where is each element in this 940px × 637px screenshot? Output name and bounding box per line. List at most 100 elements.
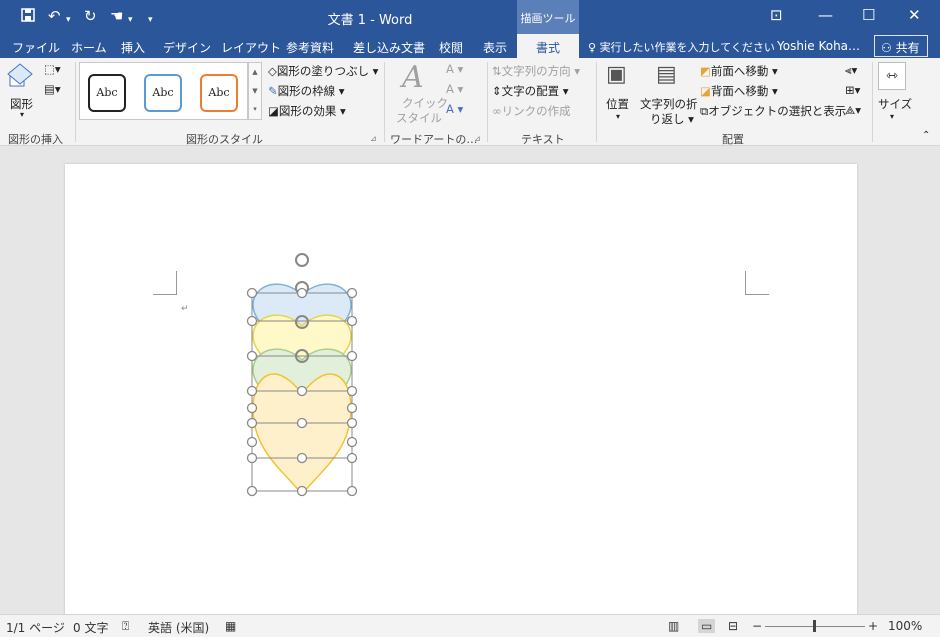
document-canvas: ↵ [0, 146, 940, 624]
tab-review[interactable]: 校閲 [439, 39, 463, 56]
style-blue[interactable]: Abc [144, 74, 182, 112]
tab-file[interactable]: ファイル [12, 39, 60, 56]
selection-pane-icon: ⧉ [700, 104, 709, 118]
tab-view[interactable]: 表示 [483, 39, 507, 56]
shapes-icon [7, 63, 33, 87]
pencil-icon: ✎ [268, 84, 278, 98]
language-indicator[interactable]: 英語 (米国) [148, 619, 209, 636]
align-text-icon: ⇕ [492, 84, 502, 98]
style-orange[interactable]: Abc [200, 74, 238, 112]
shapes-dropdown-icon: ▾ [20, 110, 25, 119]
text-direction-icon: ⇅ [492, 64, 502, 78]
style-black[interactable]: Abc [88, 74, 126, 112]
shape-style-gallery: Abc Abc Abc [79, 62, 248, 120]
title-bar: ↶ ▾ ↻ ☚ ▾ ▾ 文書 1 - Word 描画ツール ⊡ — ☐ ✕ [0, 0, 940, 34]
group-label-text: テキスト [521, 133, 565, 146]
shape-fill-button[interactable]: ◇図形の塗りつぶし ▾ [268, 63, 378, 79]
gallery-up-icon[interactable]: ▲ [249, 63, 261, 82]
tab-insert[interactable]: 挿入 [121, 39, 145, 56]
rotate-icon[interactable]: ⟁▾ [845, 103, 861, 118]
heart-shapes-group[interactable] [241, 248, 361, 508]
tab-home[interactable]: ホーム [71, 39, 107, 56]
create-link-label: リンクの作成 [501, 104, 571, 118]
selection-pane-button[interactable]: ⧉オブジェクトの選択と表示 [700, 103, 846, 119]
text-outline-icon: A ▾ [446, 82, 464, 96]
zoom-thumb[interactable] [813, 620, 816, 632]
tab-format[interactable]: 書式 [517, 34, 579, 58]
group-label-wordart: ワードアートの… [390, 133, 478, 146]
group-label-shape-styles: 図形のスタイル [186, 133, 263, 146]
zoom-in-icon[interactable]: + [868, 619, 878, 633]
text-direction-button: ⇅文字列の方向 ▾ [492, 64, 581, 78]
user-name[interactable]: Yoshie Koha… [777, 39, 860, 53]
share-button[interactable]: ⚇ 共有 [874, 35, 928, 57]
send-backward-label: 背面へ移動 [710, 84, 769, 98]
group-label-insert-shapes: 図形の挿入 [8, 133, 63, 146]
shapes-button[interactable] [6, 62, 38, 93]
send-backward-button[interactable]: ◪背面へ移動 ▾ [700, 83, 778, 99]
separator [384, 62, 385, 142]
edit-shape-icon[interactable]: ⬚▾ [44, 62, 61, 76]
paragraph-mark: ↵ [181, 304, 189, 314]
separator [487, 62, 488, 142]
person-icon: ⚇ [881, 41, 892, 55]
size-icon: ⇿ [878, 62, 906, 90]
gallery-scroll[interactable]: ▲ ▼ ▾ [248, 62, 262, 120]
proofing-icon[interactable]: ⍰ [122, 619, 129, 634]
wrap-text-label-2: り返し ▾ [650, 112, 694, 126]
margin-mark-right [745, 271, 769, 295]
shape-effects-icon: ◪ [268, 104, 279, 118]
lightbulb-icon: ♀ [588, 41, 597, 54]
gallery-more-icon[interactable]: ▾ [249, 101, 261, 117]
wordart-launcher-icon[interactable]: ⊿ [474, 134, 481, 143]
window-title: 文書 1 - Word [327, 13, 413, 28]
size-dropdown-icon: ▾ [890, 112, 895, 121]
dialog-launcher-icon[interactable]: ⊿ [370, 134, 377, 143]
gallery-down-icon[interactable]: ▼ [249, 82, 261, 101]
zoom-level[interactable]: 100% [888, 619, 922, 633]
quick-style-label-2: スタイル [396, 111, 442, 125]
tab-mailings[interactable]: 差し込み文書 [353, 39, 425, 56]
group-icon[interactable]: ⊞▾ [845, 83, 860, 97]
tab-layout[interactable]: レイアウト [221, 39, 281, 56]
link-icon: ∞ [492, 104, 502, 118]
share-label: 共有 [895, 41, 920, 55]
group-label-arrange: 配置 [722, 133, 744, 146]
textbox-icon[interactable]: ▤▾ [44, 82, 61, 96]
minimize-icon[interactable]: — [818, 6, 833, 24]
send-backward-icon: ◪ [700, 84, 711, 98]
shape-outline-button[interactable]: ✎図形の枠線 ▾ [268, 83, 345, 99]
collapse-ribbon-icon[interactable]: ⌃ [922, 130, 930, 141]
tab-design[interactable]: デザイン [163, 39, 211, 56]
ribbon-display-icon[interactable]: ⊡ [770, 6, 783, 24]
shape-effects-button[interactable]: ◪図形の効果 ▾ [268, 103, 346, 119]
macro-icon[interactable]: ▦ [225, 619, 236, 633]
ribbon: 図形 ▾ ⬚▾ ▤▾ 図形の挿入 Abc Abc Abc ▲ ▼ ▾ ◇図形の塗… [0, 58, 940, 146]
separator [75, 62, 76, 142]
maximize-icon[interactable]: ☐ [862, 6, 875, 24]
align-icon[interactable]: ⫷▾ [845, 63, 857, 78]
wrap-text-label-2-text: り返し [650, 112, 685, 126]
ribbon-tabs: ファイル ホーム 挿入 デザイン レイアウト 参考資料 差し込み文書 校閲 表示… [0, 34, 940, 58]
word-count[interactable]: 0 文字 [73, 619, 108, 636]
document-page[interactable]: ↵ [65, 164, 857, 624]
web-layout-icon[interactable]: ⊟ [728, 619, 738, 633]
close-icon[interactable]: ✕ [908, 6, 921, 24]
text-effects-icon[interactable]: A ▾ [446, 102, 463, 116]
size-button[interactable]: サイズ [878, 96, 912, 112]
bring-forward-icon: ◩ [700, 64, 711, 78]
tab-references[interactable]: 参考資料 [286, 39, 334, 56]
wrap-text-button[interactable]: 文字列の折 [640, 96, 698, 112]
zoom-out-icon[interactable]: − [752, 619, 762, 633]
print-layout-icon[interactable]: ▭ [698, 619, 716, 633]
tell-me-text: 実行したい作業を入力してください [599, 41, 775, 54]
align-text-button[interactable]: ⇕文字の配置 ▾ [492, 83, 569, 99]
drawing-tools-label: 描画ツール [517, 0, 579, 34]
paint-bucket-icon: ◇ [268, 64, 277, 78]
tell-me-box[interactable]: ♀ 実行したい作業を入力してください [588, 39, 775, 55]
bring-forward-button[interactable]: ◩前面へ移動 ▾ [700, 63, 778, 79]
create-link-button: ∞リンクの作成 [492, 103, 571, 119]
page-count[interactable]: 1/1 ページ [6, 619, 65, 636]
position-button[interactable]: 位置 [606, 96, 629, 112]
read-mode-icon[interactable]: ▥ [668, 619, 679, 633]
